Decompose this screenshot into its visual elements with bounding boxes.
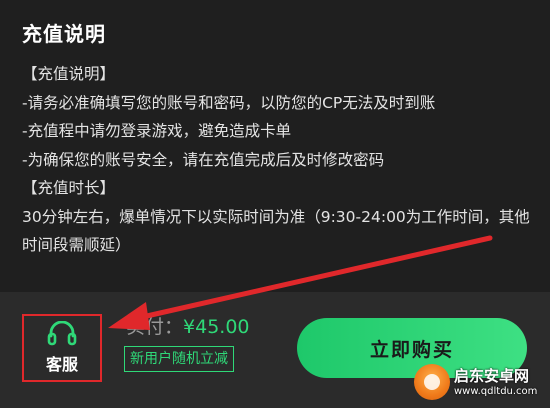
headset-icon — [47, 321, 77, 346]
recharge-instructions: 【充值说明】 -请务必准确填写您的账号和密码，以防您的CP无法及时到账 -充值程… — [22, 60, 532, 260]
customer-service-label: 客服 — [45, 355, 78, 374]
section-heading-duration: 【充值时长】 — [22, 179, 116, 197]
instruction-line: -充值程中请勿登录游戏，避免造成卡单 — [22, 122, 292, 140]
page-title: 充值说明 — [22, 22, 106, 46]
instruction-line: -为确保您的账号安全，请在充值完成后及时修改密码 — [22, 150, 385, 169]
buy-now-button[interactable]: 立即购买 — [297, 318, 527, 378]
customer-service-button[interactable]: 客服 — [22, 314, 102, 382]
section-heading-instructions: 【充值说明】 — [22, 65, 116, 83]
duration-description: 30分钟左右，爆单情况下以实际时间为准（9:30-24:00为工作时间，其他时间… — [22, 207, 530, 255]
price-value: ¥45.00 — [183, 316, 250, 338]
price-prefix: 实付： — [126, 316, 184, 338]
price-display: 实付：¥45.00 — [126, 312, 250, 339]
instruction-line: -请务必准确填写您的账号和密码，以防您的CP无法及时到账 — [22, 93, 436, 112]
recharge-info-panel: 充值说明 【充值说明】 -请务必准确填写您的账号和密码，以防您的CP无法及时到账… — [0, 0, 550, 292]
new-user-discount-badge: 新用户随机立减 — [124, 346, 234, 372]
purchase-footer: 客服 实付：¥45.00 新用户随机立减 立即购买 — [0, 292, 550, 408]
